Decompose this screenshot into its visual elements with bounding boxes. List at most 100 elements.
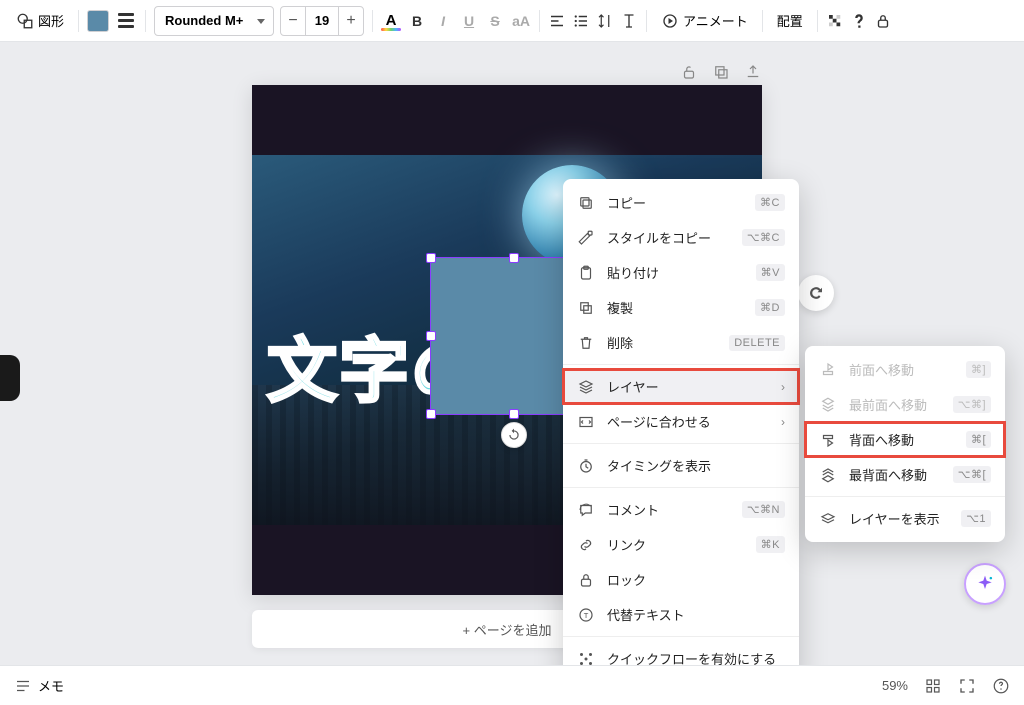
divider: [78, 10, 79, 32]
left-edge-tab[interactable]: [0, 355, 20, 401]
menu-label: 前面へ移動: [849, 360, 954, 379]
notes-icon[interactable]: [14, 677, 32, 695]
resize-handle-tm[interactable]: [509, 253, 519, 263]
zoom-level[interactable]: 59%: [882, 678, 908, 693]
menu-label: 最背面へ移動: [849, 465, 941, 484]
strikethrough-button[interactable]: S: [485, 13, 505, 29]
menu-item-paste[interactable]: 貼り付け⌘V: [563, 255, 799, 290]
resize-handle-bl[interactable]: [426, 409, 436, 419]
duplicate-icon: [577, 299, 595, 317]
menu-shortcut: ⌥⌘N: [742, 501, 785, 518]
menu-item-show[interactable]: レイヤーを表示⌥1: [805, 501, 1005, 536]
paste-icon: [577, 264, 595, 282]
menu-label: コピー: [607, 193, 743, 212]
fullscreen-icon[interactable]: [958, 677, 976, 695]
style-icon: [577, 229, 595, 247]
divider: [817, 10, 818, 32]
bottom-bar: メモ 59%: [0, 665, 1024, 705]
top-toolbar: 図形 Rounded M+ − 19 + A B I U S aA アニメート …: [0, 0, 1024, 42]
position-button[interactable]: 配置: [771, 7, 809, 34]
divider: [372, 10, 373, 32]
underline-button[interactable]: U: [459, 13, 479, 29]
spacing-icon[interactable]: [596, 12, 614, 30]
menu-label: 背面へ移動: [849, 430, 954, 449]
vertical-text-icon[interactable]: [620, 12, 638, 30]
menu-item-back[interactable]: 最背面へ移動⌥⌘[: [805, 457, 1005, 492]
show-icon: [819, 510, 837, 528]
menu-separator: [805, 496, 1005, 497]
menu-label: 代替テキスト: [607, 605, 785, 624]
animate-button[interactable]: アニメート: [655, 7, 754, 34]
timing-icon: [577, 457, 595, 475]
add-page-label: + ページを追加: [463, 620, 552, 639]
grid-view-icon[interactable]: [924, 677, 942, 695]
transparency-icon[interactable]: [826, 12, 844, 30]
fit-icon: [577, 413, 595, 431]
menu-item-front: 最前面へ移動⌥⌘]: [805, 387, 1005, 422]
backward-icon: [819, 431, 837, 449]
shape-label: 図形: [38, 11, 64, 30]
regenerate-button[interactable]: [798, 275, 834, 311]
fill-color-swatch[interactable]: [87, 10, 109, 32]
duplicate-page-icon[interactable]: [712, 63, 730, 81]
font-size-decrease[interactable]: −: [281, 12, 305, 30]
menu-item-duplicate[interactable]: 複製⌘D: [563, 290, 799, 325]
menu-label: 貼り付け: [607, 263, 744, 282]
menu-label: ページに合わせる: [607, 412, 769, 431]
help-icon[interactable]: [992, 677, 1010, 695]
menu-item-alt[interactable]: T代替テキスト: [563, 597, 799, 632]
menu-item-backward[interactable]: 背面へ移動 ⌘[: [805, 422, 1005, 457]
menu-item-timing[interactable]: タイミングを表示: [563, 448, 799, 483]
menu-item-copy[interactable]: コピー ⌘C: [563, 185, 799, 220]
back-icon: [819, 466, 837, 484]
menu-item-comment[interactable]: コメント⌥⌘N: [563, 492, 799, 527]
menu-item-link[interactable]: リンク⌘K: [563, 527, 799, 562]
menu-label: リンク: [607, 535, 744, 554]
text-color-button[interactable]: A: [381, 12, 401, 29]
bold-button[interactable]: B: [407, 13, 427, 29]
menu-item-style[interactable]: スタイルをコピー⌥⌘C: [563, 220, 799, 255]
lock-icon[interactable]: [874, 12, 892, 30]
font-size-value[interactable]: 19: [305, 7, 339, 35]
resize-handle-bm[interactable]: [509, 409, 519, 419]
font-size-increase[interactable]: +: [339, 12, 363, 30]
layers-icon: [577, 378, 595, 396]
menu-shortcut: ⌘C: [755, 194, 785, 211]
resize-handle-tl[interactable]: [426, 253, 436, 263]
unlock-page-icon[interactable]: [680, 63, 698, 81]
menu-label: タイミングを表示: [607, 456, 785, 475]
text-case-button[interactable]: aA: [511, 13, 531, 29]
font-size-stepper: − 19 +: [280, 6, 364, 36]
font-name-label: Rounded M+: [165, 13, 243, 28]
upload-page-icon[interactable]: [744, 63, 762, 81]
menu-shortcut: ⌘[: [966, 431, 991, 448]
align-icon[interactable]: [548, 12, 566, 30]
border-style-icon[interactable]: [115, 10, 137, 32]
resize-handle-ml[interactable]: [426, 331, 436, 341]
context-menu: コピー⌘Cスタイルをコピー⌥⌘C貼り付け⌘V複製⌘D削除DELETEレイヤー›ペ…: [563, 179, 799, 682]
menu-item-lock[interactable]: ロック: [563, 562, 799, 597]
rotate-handle[interactable]: [501, 422, 527, 448]
menu-separator: [563, 487, 799, 488]
menu-item-layers[interactable]: レイヤー›: [563, 369, 799, 404]
menu-item-forward: 前面へ移動 ⌘]: [805, 352, 1005, 387]
ai-assistant-fab[interactable]: [964, 563, 1006, 605]
lock-icon: [577, 571, 595, 589]
menu-label: レイヤー: [607, 377, 769, 396]
layer-submenu: 前面へ移動 ⌘] 最前面へ移動⌥⌘] 背面へ移動 ⌘[ 最背面へ移動⌥⌘[ レイヤーを表示⌥…: [805, 346, 1005, 542]
menu-shortcut: ⌥⌘]: [953, 396, 991, 413]
italic-button[interactable]: I: [433, 13, 453, 29]
menu-separator: [563, 636, 799, 637]
list-icon[interactable]: [572, 12, 590, 30]
menu-item-trash[interactable]: 削除DELETE: [563, 325, 799, 360]
animate-icon: [661, 12, 679, 30]
shape-tool[interactable]: 図形: [10, 7, 70, 34]
info-icon[interactable]: [850, 12, 868, 30]
font-family-select[interactable]: Rounded M+: [154, 6, 274, 36]
refresh-icon: [807, 284, 825, 302]
copy-icon: [577, 194, 595, 212]
notes-label[interactable]: メモ: [38, 676, 64, 695]
menu-shortcut: ⌘]: [966, 361, 991, 378]
menu-item-fit[interactable]: ページに合わせる›: [563, 404, 799, 439]
menu-shortcut: ⌥1: [961, 510, 991, 527]
